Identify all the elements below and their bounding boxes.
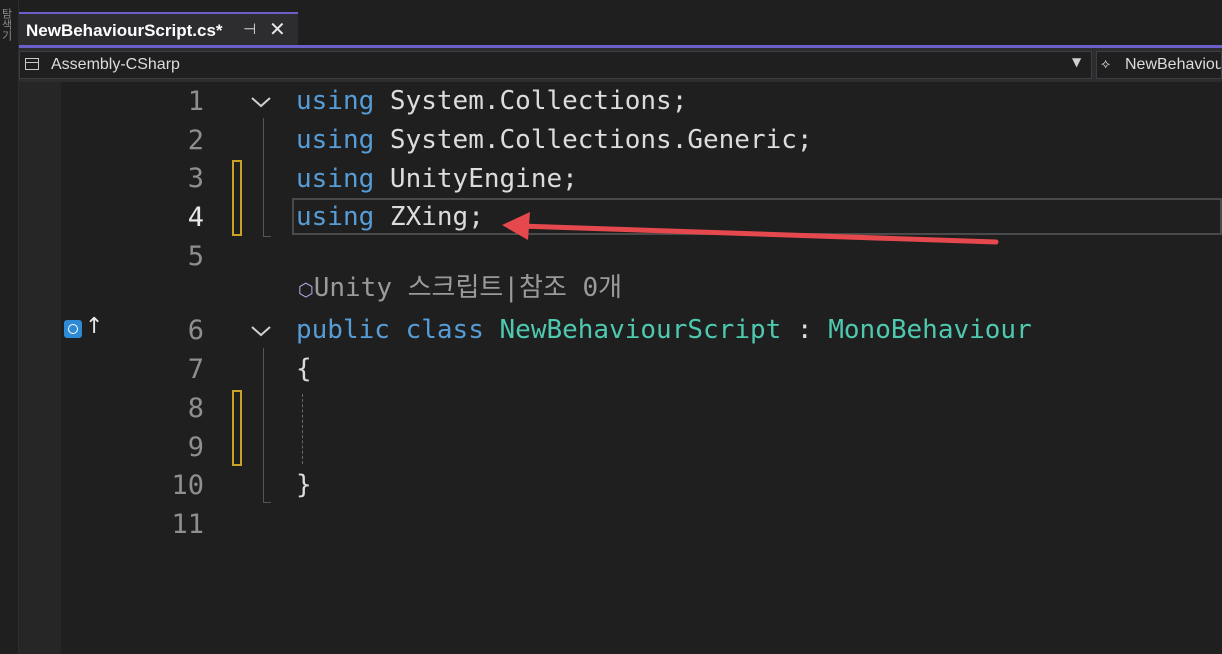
line-number: 5 — [187, 241, 204, 272]
glyph-margin — [19, 82, 61, 654]
tab-newbehaviourscript[interactable]: NewBehaviourScript.cs* ⊣ ✕ — [19, 12, 298, 46]
line-number: 11 — [171, 509, 204, 540]
fold-chevron-icon[interactable] — [248, 92, 274, 112]
line-number: 3 — [187, 163, 204, 194]
indent-guide — [302, 394, 303, 464]
inherit-arrow-icon[interactable]: ↑ — [85, 314, 103, 339]
dropdown-arrow-icon[interactable]: ▼ — [1072, 55, 1081, 69]
line-number: 1 — [187, 86, 204, 117]
code-line-4[interactable]: using ZXing; — [296, 202, 484, 232]
change-marker — [232, 390, 242, 466]
code-line-1[interactable]: using System.Collections; — [296, 86, 687, 116]
code-line-6[interactable]: public class NewBehaviourScript : MonoBe… — [296, 315, 1032, 345]
class-scope-label: NewBehaviourScript — [1125, 56, 1222, 73]
code-lens-text[interactable]: Unity 스크립트|참조 0개 — [314, 273, 622, 303]
pin-icon[interactable]: ⊣ — [243, 20, 256, 38]
fold-guide-end — [263, 236, 271, 237]
project-icon — [25, 58, 39, 70]
fold-chevron-icon[interactable] — [248, 321, 274, 341]
project-dropdown[interactable]: Assembly-CSharp ▼ — [19, 51, 1092, 79]
line-number: 6 — [187, 315, 204, 346]
code-line-3[interactable]: using UnityEngine; — [296, 164, 578, 194]
class-scope-icon: ⟡ — [1101, 56, 1111, 72]
line-number: 7 — [187, 354, 204, 385]
left-strip-label[interactable]: 탐색기 — [0, 8, 14, 108]
breakpoint-glyph-icon[interactable] — [64, 320, 82, 338]
fold-guide — [263, 348, 264, 502]
tab-title: NewBehaviourScript.cs* — [26, 21, 223, 40]
class-scope-dropdown[interactable]: ⟡ NewBehaviourScript — [1096, 51, 1222, 79]
line-number: 9 — [187, 432, 204, 463]
line-number: 8 — [187, 393, 204, 424]
unity-icon: ⬡ — [298, 280, 314, 301]
code-line-10[interactable]: } — [296, 470, 312, 500]
code-line-2[interactable]: using System.Collections.Generic; — [296, 125, 813, 155]
fold-guide — [263, 118, 264, 236]
line-number: 10 — [171, 470, 204, 501]
code-line-7[interactable]: { — [296, 354, 312, 384]
change-marker — [232, 160, 242, 236]
line-number: 2 — [187, 125, 204, 156]
close-icon[interactable]: ✕ — [269, 17, 286, 41]
code-editor[interactable]: ↑ 1 2 3 4 5 6 7 8 9 10 11 using System.C… — [19, 82, 1222, 654]
document-tab-strip: NewBehaviourScript.cs* ⊣ ✕ — [19, 0, 1222, 46]
navigation-bar: Assembly-CSharp ▼ ⟡ NewBehaviourScript — [19, 48, 1222, 83]
line-number-active: 4 — [187, 202, 204, 233]
fold-guide-end — [263, 502, 271, 503]
left-toolwindow-strip[interactable]: 탐색기 — [0, 0, 19, 654]
project-label: Assembly-CSharp — [51, 56, 180, 73]
code-lens[interactable]: ⬡Unity 스크립트|참조 0개 — [298, 273, 622, 306]
